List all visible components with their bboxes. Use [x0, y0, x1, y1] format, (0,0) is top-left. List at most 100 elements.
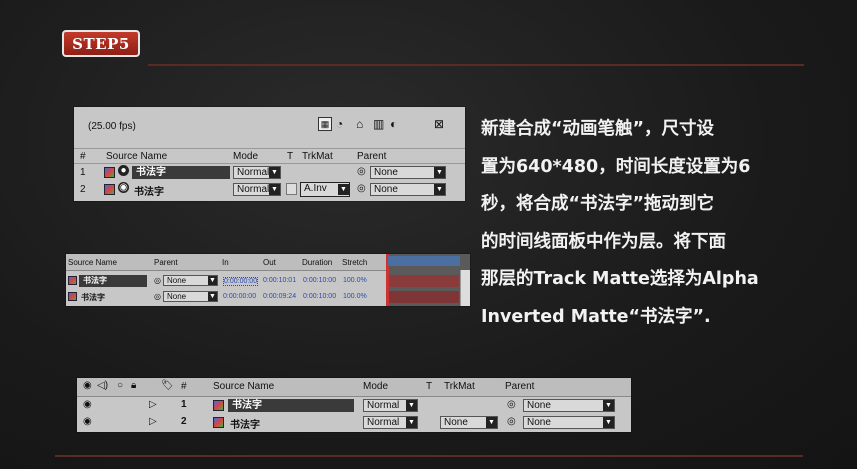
header-mode[interactable]: Mode — [233, 151, 258, 162]
audio-icon[interactable]: ◁) — [97, 380, 108, 391]
header-stretch[interactable]: Stretch — [342, 258, 367, 267]
in-time[interactable]: 0:00:00:00 — [223, 293, 256, 300]
lock-icon[interactable]: 🔒︎ — [131, 380, 136, 391]
mode-value: Normal — [367, 417, 400, 428]
chevron-down-icon: ▼ — [434, 184, 445, 195]
header-source-name[interactable]: Source Name — [68, 258, 117, 267]
layer-name[interactable]: 书法字 — [230, 416, 260, 431]
video-eye-icon[interactable]: ◉ — [83, 399, 92, 410]
graph-editor-icon[interactable]: ⊠ — [434, 117, 444, 131]
expand-arrow-icon[interactable]: ▷ — [149, 416, 157, 427]
fps-label: (25.00 fps) — [88, 121, 136, 132]
mode-dropdown[interactable]: Normal ▼ — [363, 399, 418, 412]
parent-dropdown[interactable]: None ▼ — [163, 291, 218, 302]
label-tag-icon[interactable]: 🏷︎ — [161, 380, 174, 391]
header-parent[interactable]: Parent — [154, 258, 178, 267]
table-row[interactable]: ◉ ▷ 2 书法字 Normal ▼ None ▼ ◎ None ▼ — [77, 415, 631, 431]
layer-number: 2 — [181, 416, 187, 427]
parent-dropdown[interactable]: None ▼ — [523, 399, 615, 412]
layer-name[interactable]: 书法字 — [134, 183, 164, 198]
parent-dropdown[interactable]: None ▼ — [163, 275, 218, 286]
header-out[interactable]: Out — [263, 258, 276, 267]
parent-pickwhip-icon[interactable]: ◎ — [154, 292, 161, 301]
layer-comp-icon — [104, 167, 115, 178]
shy-icon[interactable]: ⌂ — [356, 117, 363, 131]
parent-dropdown[interactable]: None ▼ — [370, 183, 446, 196]
layer-name[interactable]: 书法字 — [132, 166, 230, 179]
header-mode[interactable]: Mode — [363, 381, 388, 392]
parent-pickwhip-icon[interactable]: ◎ — [507, 399, 516, 410]
in-time[interactable]: 0:00:00:00 — [223, 277, 259, 286]
chevron-down-icon: ▼ — [269, 184, 280, 195]
header-duration[interactable]: Duration — [302, 258, 332, 267]
description-line: 那层的Track Matte选择为Alpha — [481, 269, 759, 289]
mode-value: Normal — [237, 167, 270, 178]
header-source-name[interactable]: Source Name — [213, 381, 274, 392]
layer-name[interactable]: 书法字 — [228, 399, 354, 412]
solo-icon[interactable]: ○ — [117, 380, 123, 391]
chevron-down-icon: ▼ — [406, 417, 417, 428]
chevron-down-icon: ▼ — [603, 400, 614, 411]
video-eye-icon[interactable]: ◉ — [83, 416, 92, 427]
chevron-down-icon: ▼ — [434, 167, 445, 178]
chevron-down-icon: ▼ — [208, 276, 217, 285]
chevron-down-icon: ▼ — [486, 417, 497, 428]
layer-comp-icon — [213, 400, 224, 411]
composition-icon[interactable]: ▦ — [318, 117, 332, 131]
trkmat-dropdown[interactable]: None ▼ — [440, 416, 498, 429]
parent-pickwhip-icon[interactable]: ◎ — [357, 183, 366, 194]
header-source-name[interactable]: Source Name — [106, 151, 167, 162]
video-eye-icon[interactable]: ◉ — [83, 380, 92, 391]
chevron-down-icon: ▼ — [338, 184, 349, 195]
parent-value: None — [167, 276, 187, 285]
parent-pickwhip-icon[interactable]: ◎ — [154, 276, 161, 285]
t-checkbox[interactable] — [286, 183, 297, 195]
expand-arrow-icon[interactable]: ▷ — [149, 399, 157, 410]
frame-blend-icon[interactable]: ▥ — [373, 117, 384, 131]
chevron-down-icon: ▼ — [208, 292, 217, 301]
divider-line — [55, 455, 803, 457]
header-in[interactable]: In — [222, 258, 229, 267]
layer-comp-icon — [213, 417, 224, 428]
parent-value: None — [527, 417, 551, 428]
work-area-bar[interactable] — [388, 256, 460, 266]
parent-dropdown[interactable]: None ▼ — [370, 166, 446, 179]
parent-value: None — [374, 184, 398, 195]
header-trkmat[interactable]: TrkMat — [302, 151, 333, 162]
header-trkmat[interactable]: TrkMat — [444, 381, 475, 392]
draft-3d-icon[interactable]: ◔ — [336, 117, 343, 131]
trkmat-value: A.Inv — [304, 183, 327, 194]
table-row[interactable]: 书法字 ◎ None ▼ 0:00:00:00 0:00:09:24 0:00:1… — [66, 290, 470, 304]
description-line: 置为640*480，时间长度设置为6 — [481, 156, 751, 177]
stretch-value[interactable]: 100.0% — [343, 293, 367, 300]
motion-blur-icon[interactable]: ◐ — [390, 117, 397, 131]
step-badge: STEP5 — [62, 30, 140, 57]
layer-name[interactable]: 书法字 — [81, 292, 105, 303]
header-parent[interactable]: Parent — [357, 151, 386, 162]
header-t: T — [287, 150, 294, 162]
timeline-panel-1: (25.00 fps) ▦ ◔ ⌂ ▥ ◐ ⊠ # Source Name Mo… — [74, 107, 465, 201]
table-row[interactable]: 2 ◉ 书法字 Normal ▼ A.Inv ▼ ◎ None ▼ — [74, 182, 465, 198]
out-time[interactable]: 0:00:10:01 — [263, 277, 296, 284]
chevron-down-icon: ▼ — [603, 417, 614, 428]
out-time[interactable]: 0:00:09:24 — [263, 293, 296, 300]
table-row[interactable]: ◉ ▷ 1 书法字 Normal ▼ ◎ None ▼ — [77, 398, 631, 413]
layer-name[interactable]: 书法字 — [79, 275, 147, 287]
mode-dropdown[interactable]: Normal ▼ — [363, 416, 418, 429]
duration-value[interactable]: 0:00:10:00 — [303, 277, 336, 284]
duration-value[interactable]: 0:00:10:00 — [303, 293, 336, 300]
parent-pickwhip-icon[interactable]: ◎ — [507, 416, 516, 427]
parent-pickwhip-icon[interactable]: ◎ — [357, 166, 366, 177]
header-parent[interactable]: Parent — [505, 381, 534, 392]
parent-dropdown[interactable]: None ▼ — [523, 416, 615, 429]
trkmat-dropdown[interactable]: A.Inv ▼ — [300, 182, 350, 197]
mode-dropdown[interactable]: Normal ▼ — [233, 166, 281, 179]
column-header-row: # Source Name Mode T TrkMat Parent — [74, 148, 465, 164]
description-line: Inverted Matte“书法字”. — [481, 306, 711, 327]
layer-type-icon: ● — [118, 165, 129, 176]
stretch-value[interactable]: 100.0% — [343, 277, 367, 284]
layer-number: 2 — [80, 184, 86, 195]
mode-dropdown[interactable]: Normal ▼ — [233, 183, 281, 196]
table-row[interactable]: 书法字 ◎ None ▼ 0:00:00:00 0:00:10:01 0:00:1… — [66, 274, 470, 288]
table-row[interactable]: 1 ● 书法字 Normal ▼ ◎ None ▼ — [74, 165, 465, 180]
